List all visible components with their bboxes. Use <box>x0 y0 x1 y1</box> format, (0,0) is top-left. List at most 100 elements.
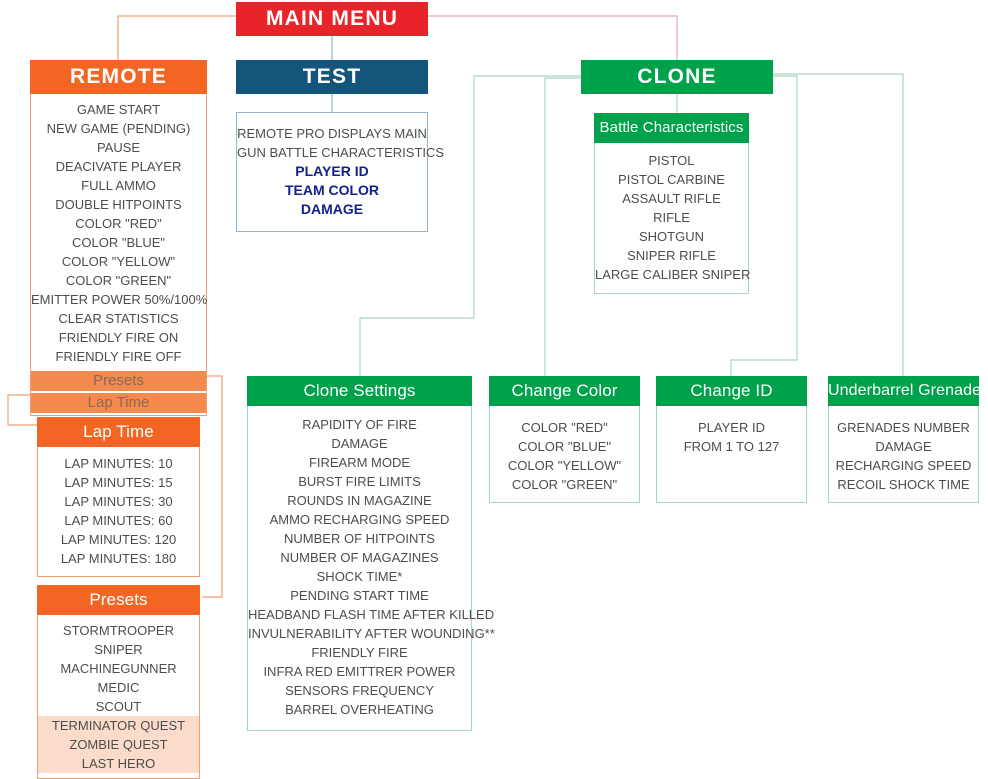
clone-settings-node[interactable]: Clone Settings RAPIDITY OF FIRE DAMAGE FIR… <box>247 376 495 731</box>
battle-characteristics-item[interactable]: PISTOL CARBINE <box>595 170 748 189</box>
main-menu-title: MAIN MENU <box>236 2 428 36</box>
presets-title: Presets <box>37 585 200 615</box>
lap-time-item[interactable]: LAP MINUTES: 120 <box>38 530 199 549</box>
underbarrel-grenade-item-list: GRENADES NUMBER DAMAGE RECHARGING SPEED REC… <box>828 406 979 503</box>
clone-settings-item[interactable]: RAPIDITY OF FIRE <box>248 415 471 434</box>
underbarrel-grenade-node[interactable]: Underbarrel Grenade GRENADES NUMBER DAMAG… <box>828 376 981 503</box>
remote-item[interactable]: FRIENDLY FIRE ON <box>31 328 206 347</box>
test-description-box: REMOTE PRO DISPLAYS MAIN GUN BATTLE CHARA… <box>236 112 444 232</box>
lap-time-item[interactable]: LAP MINUTES: 10 <box>38 454 199 473</box>
remote-item[interactable]: FULL AMMO <box>31 176 206 195</box>
change-color-item[interactable]: COLOR "BLUE" <box>490 437 639 456</box>
lap-time-item[interactable]: LAP MINUTES: 60 <box>38 511 199 530</box>
test-gray-line[interactable]: REMOTE PRO DISPLAYS MAIN <box>237 124 427 143</box>
change-id-title: Change ID <box>656 376 807 406</box>
remote-strip-item[interactable]: Presets <box>31 371 206 391</box>
clone-settings-item[interactable]: PENDING START TIME <box>248 586 471 605</box>
change-id-node[interactable]: Change ID PLAYER ID FROM 1 TO 127 <box>656 376 807 503</box>
remote-item[interactable]: EMITTER POWER 50%/100% <box>31 290 207 309</box>
remote-item[interactable]: COLOR "GREEN" <box>31 271 206 290</box>
battle-characteristics-item[interactable]: LARGE CALIBER SNIPER <box>595 265 750 284</box>
underbarrel-grenade-item[interactable]: RECHARGING SPEED <box>829 456 978 475</box>
clone-settings-item[interactable]: AMMO RECHARGING SPEED <box>248 510 471 529</box>
remote-item-list: GAME START NEW GAME (PENDING) PAUSE DEACIVA… <box>30 94 207 416</box>
battle-characteristics-node[interactable]: Battle Characteristics PISTOL PISTOL CARB… <box>594 113 750 294</box>
battle-characteristics-item[interactable]: SHOTGUN <box>595 227 748 246</box>
battle-characteristics-item[interactable]: ASSAULT RIFLE <box>595 189 748 208</box>
remote-strip-item[interactable]: Lap Time <box>31 393 206 413</box>
presets-node[interactable]: Presets STORMTROOPER SNIPER MACHINEGUNNER M… <box>37 585 200 779</box>
underbarrel-grenade-item[interactable]: RECOIL SHOCK TIME <box>829 475 978 494</box>
remote-item[interactable]: PAUSE <box>31 138 206 157</box>
remote-item[interactable]: DOUBLE HITPOINTS <box>31 195 206 214</box>
change-color-item-list: COLOR "RED" COLOR "BLUE" COLOR "YELLOW" COL… <box>489 406 640 503</box>
remote-item[interactable]: COLOR "BLUE" <box>31 233 206 252</box>
clone-settings-item[interactable]: SENSORS FREQUENCY <box>248 681 471 700</box>
presets-item[interactable]: LAST HERO <box>38 754 199 773</box>
remote-item[interactable]: NEW GAME (PENDING) <box>31 119 206 138</box>
test-navy-line[interactable]: PLAYER ID <box>237 162 427 181</box>
test-navy-line[interactable]: TEAM COLOR <box>237 181 427 200</box>
battle-characteristics-item[interactable]: RIFLE <box>595 208 748 227</box>
battle-characteristics-item[interactable]: PISTOL <box>595 151 748 170</box>
clone-settings-item[interactable]: NUMBER OF MAGAZINES <box>248 548 471 567</box>
change-color-item[interactable]: COLOR "RED" <box>490 418 639 437</box>
diagram-canvas: MAIN MENU REMOTE GAME START NEW GAME (PEN… <box>0 0 988 779</box>
clone-settings-title: Clone Settings <box>247 376 472 406</box>
lap-time-item[interactable]: LAP MINUTES: 180 <box>38 549 199 568</box>
clone-settings-item[interactable]: INVULNERABILITY AFTER WOUNDING** <box>248 624 495 643</box>
presets-item[interactable]: TERMINATOR QUEST <box>38 716 199 735</box>
clone-title: CLONE <box>581 60 773 94</box>
presets-item[interactable]: SCOUT <box>38 697 199 716</box>
test-gray-line[interactable]: GUN BATTLE CHARACTERISTICS <box>237 143 444 162</box>
clone-settings-item[interactable]: FRIENDLY FIRE <box>248 643 471 662</box>
presets-item[interactable]: MEDIC <box>38 678 199 697</box>
presets-item[interactable]: STORMTROOPER <box>38 621 199 640</box>
change-id-item[interactable]: FROM 1 TO 127 <box>657 437 806 456</box>
battle-characteristics-item[interactable]: SNIPER RIFLE <box>595 246 748 265</box>
remote-item[interactable]: COLOR "YELLOW" <box>31 252 206 271</box>
remote-item[interactable]: DEACIVATE PLAYER <box>31 157 206 176</box>
test-navy-line[interactable]: DAMAGE <box>237 200 427 219</box>
clone-settings-item[interactable]: BURST FIRE LIMITS <box>248 472 471 491</box>
clone-settings-item[interactable]: NUMBER OF HITPOINTS <box>248 529 471 548</box>
clone-node[interactable]: CLONE <box>581 60 773 94</box>
battle-characteristics-title: Battle Characteristics <box>594 113 749 143</box>
underbarrel-grenade-item[interactable]: DAMAGE <box>829 437 978 456</box>
remote-item[interactable]: CLEAR STATISTICS <box>31 309 206 328</box>
clone-settings-item[interactable]: FIREARM MODE <box>248 453 471 472</box>
change-color-item[interactable]: COLOR "YELLOW" <box>490 456 639 475</box>
clone-settings-item[interactable]: INFRA RED EMITTRER POWER <box>248 662 471 681</box>
remote-item[interactable]: COLOR "RED" <box>31 214 206 233</box>
presets-item[interactable]: SNIPER <box>38 640 199 659</box>
change-id-item-list: PLAYER ID FROM 1 TO 127 <box>656 406 807 503</box>
lap-time-item-list: LAP MINUTES: 10 LAP MINUTES: 15 LAP MINUTE… <box>37 447 200 577</box>
change-color-node[interactable]: Change Color COLOR "RED" COLOR "BLUE" COLO… <box>489 376 640 503</box>
lap-time-node[interactable]: Lap Time LAP MINUTES: 10 LAP MINUTES: 15 L… <box>37 417 200 577</box>
change-color-title: Change Color <box>489 376 640 406</box>
clone-settings-item[interactable]: ROUNDS IN MAGAZINE <box>248 491 471 510</box>
lap-time-item[interactable]: LAP MINUTES: 15 <box>38 473 199 492</box>
lap-time-title: Lap Time <box>37 417 200 447</box>
presets-item-list: STORMTROOPER SNIPER MACHINEGUNNER MEDIC SCOU… <box>37 615 200 779</box>
lap-time-item[interactable]: LAP MINUTES: 30 <box>38 492 199 511</box>
main-menu-node[interactable]: MAIN MENU <box>236 2 428 36</box>
underbarrel-grenade-item[interactable]: GRENADES NUMBER <box>829 418 978 437</box>
test-title: TEST <box>236 60 428 94</box>
test-node[interactable]: TEST <box>236 60 428 94</box>
remote-title: REMOTE <box>30 60 207 94</box>
presets-item[interactable]: ZOMBIE QUEST <box>38 735 199 754</box>
clone-settings-item[interactable]: SHOCK TIME* <box>248 567 471 586</box>
remote-item[interactable]: FRIENDLY FIRE OFF <box>31 347 206 366</box>
presets-item[interactable]: MACHINEGUNNER <box>38 659 199 678</box>
battle-characteristics-item-list: PISTOL PISTOL CARBINE ASSAULT RIFLE RIFLE SH… <box>594 143 750 294</box>
change-id-item[interactable]: PLAYER ID <box>657 418 806 437</box>
clone-settings-item-list: RAPIDITY OF FIRE DAMAGE FIREARM MODE BURST … <box>247 406 495 731</box>
clone-settings-item[interactable]: HEADBAND FLASH TIME AFTER KILLED <box>248 605 494 624</box>
remote-node[interactable]: REMOTE GAME START NEW GAME (PENDING) PAUSE… <box>30 60 207 416</box>
clone-settings-item[interactable]: BARREL OVERHEATING <box>248 700 471 719</box>
underbarrel-grenade-title: Underbarrel Grenade <box>828 376 981 406</box>
change-color-item[interactable]: COLOR "GREEN" <box>490 475 639 494</box>
clone-settings-item[interactable]: DAMAGE <box>248 434 471 453</box>
remote-item[interactable]: GAME START <box>31 100 206 119</box>
